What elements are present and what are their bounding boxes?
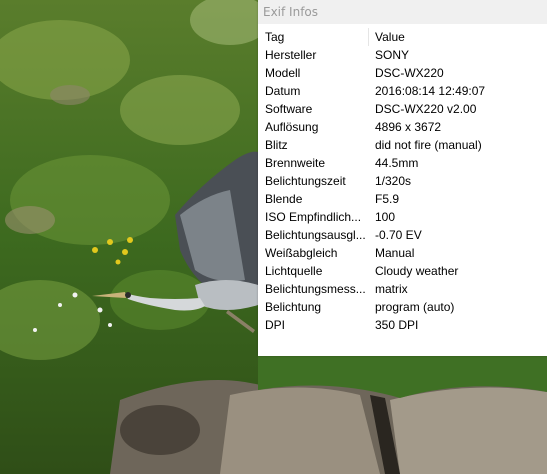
- row-value: 2016:08:14 12:49:07: [375, 84, 486, 98]
- row-value: Manual: [375, 246, 415, 260]
- table-row[interactable]: Belichtungszeit 1/320s: [258, 172, 547, 190]
- row-tag: Modell: [265, 66, 301, 80]
- exif-table: Tag Value Hersteller SONY Modell DSC-WX220…: [258, 28, 547, 334]
- row-value: program (auto): [375, 300, 455, 314]
- column-separator[interactable]: [368, 28, 369, 46]
- row-tag: Belichtungszeit: [265, 174, 346, 188]
- row-value: SONY: [375, 48, 410, 62]
- row-value: 1/320s: [375, 174, 412, 188]
- table-row[interactable]: Software DSC-WX220 v2.00: [258, 100, 547, 118]
- table-row[interactable]: Belichtungsausgl... -0.70 EV: [258, 226, 547, 244]
- row-value: 4896 x 3672: [375, 120, 442, 134]
- table-row[interactable]: Blitz did not fire (manual): [258, 136, 547, 154]
- table-row[interactable]: Datum 2016:08:14 12:49:07: [258, 82, 547, 100]
- row-tag: Blende: [265, 192, 303, 206]
- row-value: matrix: [375, 282, 408, 296]
- table-row[interactable]: Weißabgleich Manual: [258, 244, 547, 262]
- table-row[interactable]: DPI 350 DPI: [258, 316, 547, 334]
- table-row[interactable]: Brennweite 44.5mm: [258, 154, 547, 172]
- table-row[interactable]: Hersteller SONY: [258, 46, 547, 64]
- row-value: DSC-WX220 v2.00: [375, 102, 477, 116]
- row-tag: Auflösung: [265, 120, 319, 134]
- row-tag: Lichtquelle: [265, 264, 323, 278]
- row-tag: Weißabgleich: [265, 246, 338, 260]
- window-title: Exif Infos: [263, 5, 319, 19]
- row-value: did not fire (manual): [375, 138, 482, 152]
- row-value: 350 DPI: [375, 318, 419, 332]
- table-header: Tag Value: [258, 28, 547, 46]
- table-row[interactable]: Belichtungsmess... matrix: [258, 280, 547, 298]
- table-row[interactable]: Lichtquelle Cloudy weather: [258, 262, 547, 280]
- row-value: F5.9: [375, 192, 400, 206]
- title-bar: Exif Infos: [258, 0, 547, 24]
- table-row[interactable]: Blende F5.9: [258, 190, 547, 208]
- column-header-value[interactable]: Value: [375, 30, 545, 44]
- table-row[interactable]: Modell DSC-WX220: [258, 64, 547, 82]
- row-value: -0.70 EV: [375, 228, 422, 242]
- exif-info-panel: Exif Infos Tag Value Hersteller SONY Mode…: [258, 0, 547, 356]
- row-tag: Belichtung: [265, 300, 322, 314]
- row-tag: Datum: [265, 84, 301, 98]
- row-tag: ISO Empfindlich...: [265, 210, 362, 224]
- table-row[interactable]: Belichtung program (auto): [258, 298, 547, 316]
- row-value: 44.5mm: [375, 156, 419, 170]
- row-tag: Blitz: [265, 138, 288, 152]
- table-row[interactable]: ISO Empfindlich... 100: [258, 208, 547, 226]
- row-tag: Belichtungsausgl...: [265, 228, 366, 242]
- row-tag: Hersteller: [265, 48, 317, 62]
- row-value: Cloudy weather: [375, 264, 459, 278]
- row-tag: Software: [265, 102, 313, 116]
- row-tag: Brennweite: [265, 156, 326, 170]
- row-tag: Belichtungsmess...: [265, 282, 366, 296]
- table-row[interactable]: Auflösung 4896 x 3672: [258, 118, 547, 136]
- row-value: DSC-WX220: [375, 66, 444, 80]
- row-value: 100: [375, 210, 396, 224]
- row-tag: DPI: [265, 318, 286, 332]
- column-header-tag[interactable]: Tag: [265, 30, 367, 44]
